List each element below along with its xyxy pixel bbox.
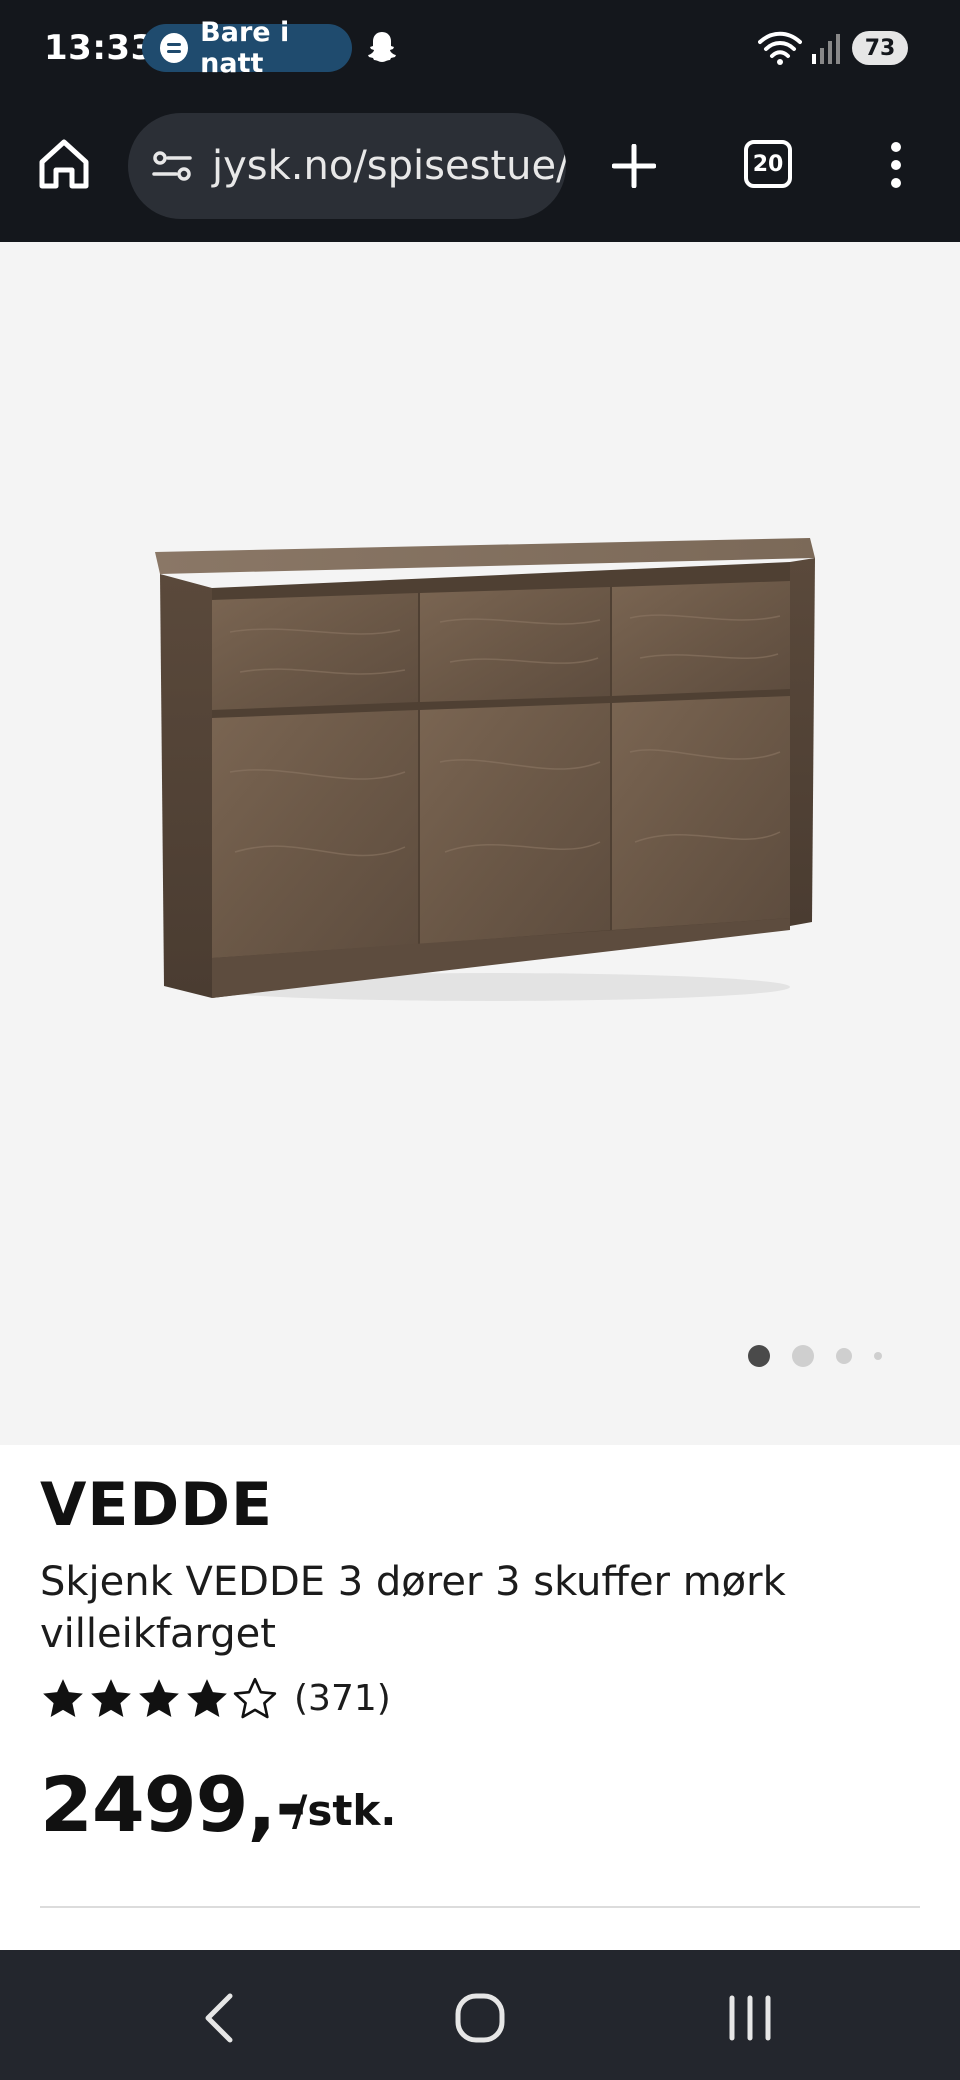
product-image-gallery[interactable] xyxy=(0,242,960,1445)
tab-switcher-button[interactable]: 20 xyxy=(744,140,792,188)
snapchat-icon xyxy=(368,32,396,62)
site-settings-icon[interactable] xyxy=(150,144,194,188)
url-text[interactable]: jysk.no/spisestue/ xyxy=(212,143,566,189)
price-unit: /stk. xyxy=(292,1786,397,1835)
browser-toolbar: jysk.no/spisestue/ 20 xyxy=(0,100,960,242)
star-empty-icon xyxy=(233,1677,277,1719)
star-filled-icon xyxy=(139,1679,179,1718)
signal-icon xyxy=(812,34,840,64)
more-menu-icon[interactable] xyxy=(880,140,912,190)
new-tab-icon[interactable] xyxy=(612,144,656,188)
battery-indicator: 73 xyxy=(852,31,908,65)
status-bar: 13:33 Bare i natt 73 xyxy=(0,0,960,100)
url-bar[interactable]: jysk.no/spisestue/ xyxy=(128,113,566,219)
spotify-icon xyxy=(160,33,189,63)
back-icon[interactable] xyxy=(192,1988,252,2048)
carousel-dot[interactable] xyxy=(748,1345,770,1367)
status-time: 13:33 xyxy=(44,28,155,68)
product-image xyxy=(155,538,815,1001)
star-filled-icon xyxy=(187,1679,227,1718)
product-price: 2499,- xyxy=(40,1760,307,1849)
product-rating[interactable]: (371) xyxy=(40,1676,391,1720)
product-title: Skjenk VEDDE 3 dører 3 skuffer mørk vill… xyxy=(40,1559,786,1657)
carousel-indicator[interactable] xyxy=(748,1345,882,1367)
carousel-dot[interactable] xyxy=(792,1345,814,1367)
carousel-dot[interactable] xyxy=(874,1352,882,1360)
star-filled-icon xyxy=(91,1679,131,1718)
product-brand: VEDDE xyxy=(40,1470,274,1540)
divider xyxy=(40,1906,920,1908)
home-icon[interactable] xyxy=(36,136,92,192)
media-pill-label: Bare i natt xyxy=(200,17,290,79)
recent-apps-icon[interactable] xyxy=(720,1988,780,2048)
status-right: 73 xyxy=(758,30,908,66)
home-nav-icon[interactable] xyxy=(450,1988,510,2048)
star-filled-icon xyxy=(43,1679,83,1718)
review-count[interactable]: (371) xyxy=(294,1678,391,1719)
carousel-dot[interactable] xyxy=(836,1348,852,1364)
rating-stars xyxy=(40,1676,278,1720)
media-pill[interactable]: Bare i natt xyxy=(142,17,352,79)
wifi-icon xyxy=(758,31,802,65)
system-nav-bar xyxy=(0,1950,960,2080)
